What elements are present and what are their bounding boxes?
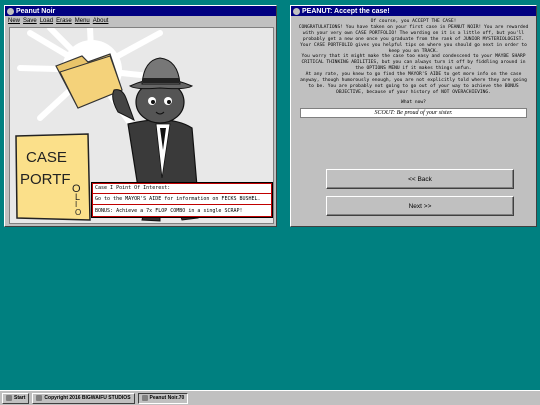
story-text: Of course, you ACCEPT THE CASE! CONGRATU… [291, 16, 536, 96]
copyright-label: Copyright 2016 BIGWAIFU STUDIOS [44, 395, 131, 401]
case-info-objective: Go to the MAYOR'S AIDE for information o… [92, 194, 272, 205]
menu-bar: New Save Load Erase Menu About [5, 16, 276, 25]
case-portfolio-card: CASE PORTF O L I O [15, 133, 91, 221]
menu-load[interactable]: Load [40, 18, 53, 24]
peanut-noir-task[interactable]: Peanut Noir.70 [137, 392, 189, 404]
app-icon [293, 7, 300, 15]
copyright-task[interactable]: Copyright 2016 BIGWAIFU STUDIOS [32, 392, 135, 404]
menu-erase[interactable]: Erase [56, 18, 72, 24]
what-now-prompt: What now? [401, 99, 426, 105]
window-title: Peanut Noir [16, 7, 56, 15]
dialogue-title-bar[interactable]: PEANUT: Accept the case! [291, 6, 536, 16]
start-label: Start [14, 395, 26, 401]
portfolio-letter-o2: O [75, 208, 81, 217]
app-task-icon [141, 395, 148, 401]
app-task-label: Peanut Noir.70 [149, 395, 185, 401]
story-paragraph: At any rate, you knew to go find the MAY… [300, 72, 527, 95]
peanut-noir-window: Peanut Noir New Save Load Erase Menu Abo… [4, 5, 277, 227]
menu-menu[interactable]: Menu [75, 18, 90, 24]
story-paragraph: CONGRATULATIONS! You have taken on your … [298, 24, 529, 42]
back-button[interactable]: << Back [326, 169, 514, 189]
answer-choice[interactable]: SCOUT: Be proud of your sister. [300, 107, 527, 118]
document-icon [36, 395, 43, 401]
taskbar: Start Copyright 2016 BIGWAIFU STUDIOS Pe… [0, 390, 540, 405]
dialogue-window: PEANUT: Accept the case! Of course, you … [290, 5, 537, 227]
menu-about[interactable]: About [93, 18, 109, 24]
portfolio-word-case: CASE [26, 149, 67, 166]
story-paragraph: Your CASE PORTFOLIO gives you helpful ti… [300, 42, 527, 54]
case-info-heading: Case I Point Of Interest: [92, 183, 272, 194]
menu-new[interactable]: New [8, 18, 20, 24]
start-icon [6, 395, 12, 401]
next-button[interactable]: Next >> [326, 196, 514, 216]
app-icon [7, 7, 14, 15]
start-button[interactable]: Start [2, 392, 30, 404]
title-bar[interactable]: Peanut Noir [5, 6, 276, 16]
dialogue-title: PEANUT: Accept the case! [302, 7, 390, 15]
story-paragraph: You worry that it might make the case to… [301, 54, 526, 72]
case-info-bonus: BONUS: Achieve a 7x FLOP COMBO in a sing… [95, 207, 243, 214]
menu-save[interactable]: Save [23, 18, 37, 24]
portfolio-word-portf: PORTF [20, 171, 71, 188]
case-info-box: Case I Point Of Interest: Go to the MAYO… [91, 182, 273, 218]
